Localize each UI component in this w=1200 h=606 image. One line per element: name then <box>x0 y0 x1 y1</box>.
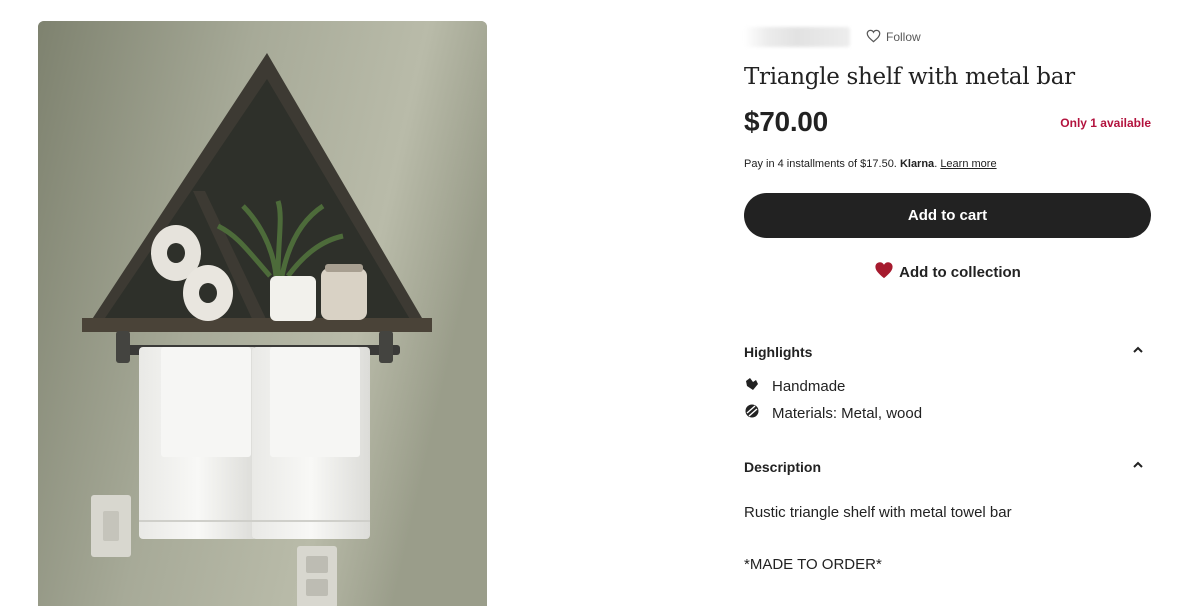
description-toggle[interactable]: Description <box>744 456 1151 478</box>
installments-info: Pay in 4 installments of $17.50. Klarna.… <box>744 158 997 170</box>
klarna-logo-text: Klarna <box>899 158 935 170</box>
highlights-toggle[interactable]: Highlights <box>744 341 1151 363</box>
highlight-text: Handmade <box>772 377 846 395</box>
follow-label: Follow <box>886 30 921 44</box>
chevron-up-icon <box>1131 343 1151 362</box>
highlight-item-materials: Materials: Metal, wood <box>744 403 922 423</box>
handmade-icon <box>744 376 760 396</box>
chevron-up-icon <box>1131 458 1151 477</box>
availability-badge: Only 1 available <box>1060 116 1151 130</box>
add-to-collection-button[interactable]: Add to collection <box>744 256 1151 288</box>
learn-more-link[interactable]: Learn more <box>940 158 996 170</box>
listing-price: $70.00 <box>744 106 828 137</box>
description-text: Rustic triangle shelf with metal towel b… <box>744 504 1012 521</box>
materials-icon <box>744 403 760 423</box>
heart-filled-icon <box>874 261 894 283</box>
product-image[interactable] <box>38 21 487 606</box>
shop-row: Follow <box>744 26 921 48</box>
add-to-cart-button[interactable]: Add to cart <box>744 193 1151 238</box>
description-text: *MADE TO ORDER* <box>744 556 882 573</box>
highlight-text: Materials: Metal, wood <box>772 404 923 422</box>
installments-text: Pay in 4 installments of $17.50. <box>744 158 897 170</box>
installments-separator: . <box>934 158 938 170</box>
follow-button[interactable]: Follow <box>866 29 921 46</box>
highlight-item-handmade: Handmade <box>744 376 845 396</box>
highlights-heading: Highlights <box>744 344 813 360</box>
heart-outline-icon <box>866 29 881 46</box>
shop-name-redacted[interactable] <box>744 27 850 47</box>
add-to-collection-label: Add to collection <box>899 263 1021 281</box>
description-heading: Description <box>744 459 822 475</box>
listing-title: Triangle shelf with metal bar <box>744 64 1075 90</box>
